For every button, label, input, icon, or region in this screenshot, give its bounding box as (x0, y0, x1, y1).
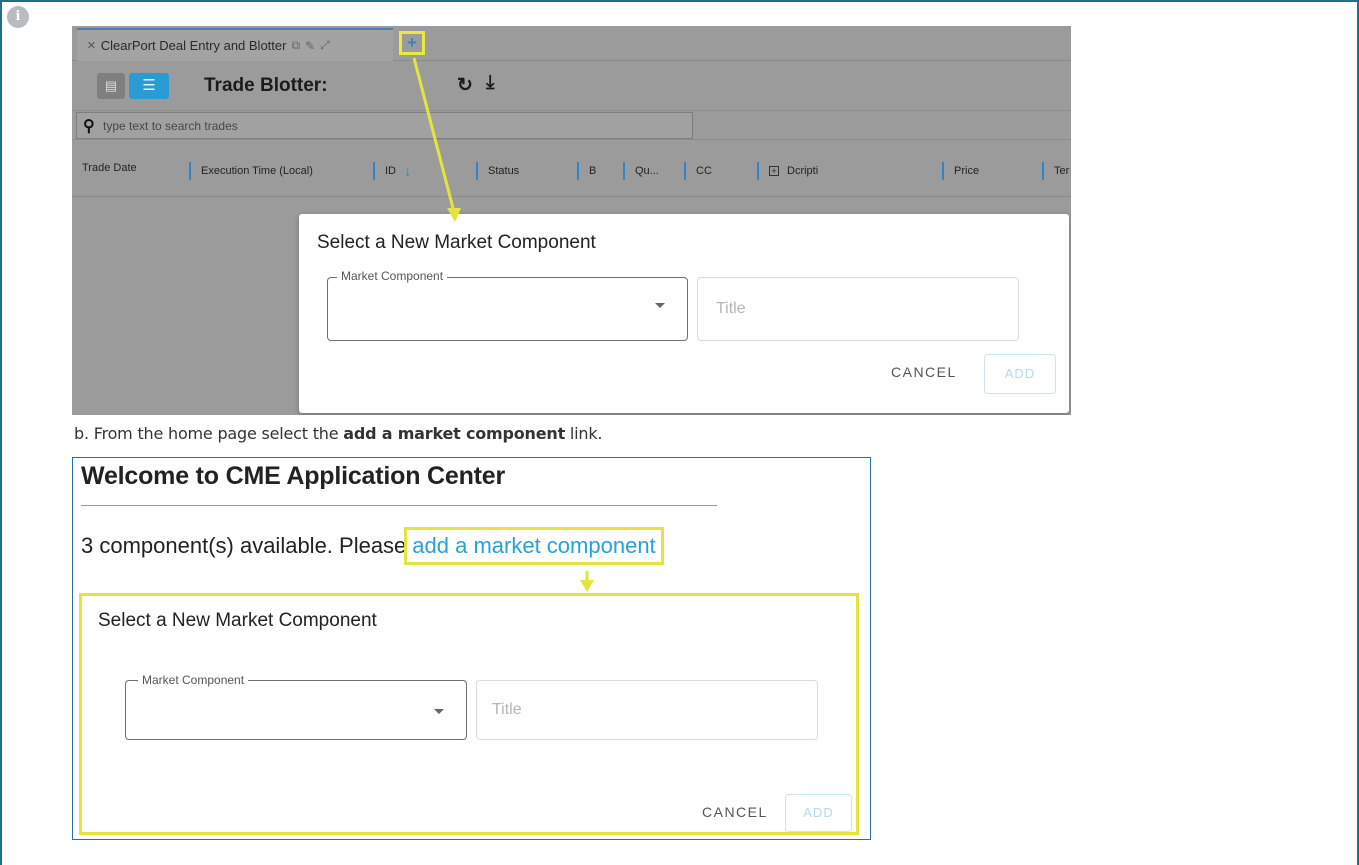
add-button[interactable]: ADD (785, 794, 852, 832)
title-input[interactable] (716, 298, 996, 320)
dialog-title: Select a New Market Component (98, 610, 377, 631)
column-divider (942, 162, 944, 180)
column-label: Price (954, 165, 980, 177)
download-icon[interactable]: ⤓ (486, 72, 494, 94)
blotter-screenshot: × ClearPort Deal Entry and Blotter ⧉ ✎ ⤢… (72, 26, 1071, 415)
dialog-title: Select a New Market Component (317, 232, 596, 253)
edit-icon[interactable]: ✎ (305, 39, 315, 53)
column-header-b[interactable]: B (577, 162, 596, 180)
search-row: ⚲ (72, 110, 1071, 140)
tab-bar: × ClearPort Deal Entry and Blotter ⧉ ✎ ⤢… (72, 26, 1071, 61)
market-component-select[interactable]: Market Component (327, 269, 688, 341)
column-label: Status (488, 165, 520, 177)
title-input[interactable] (492, 699, 792, 721)
column-label: ID (385, 165, 396, 177)
caption-suffix: link. (565, 424, 603, 443)
title-field[interactable] (697, 277, 1019, 341)
select-market-component-dialog: Select a New Market Component Market Com… (79, 593, 859, 835)
cancel-button[interactable]: CANCEL (702, 804, 768, 820)
tab-clearport-deal-entry[interactable]: × ClearPort Deal Entry and Blotter ⧉ ✎ ⤢ (77, 28, 393, 61)
column-divider (373, 162, 375, 180)
column-label: Ter (1054, 165, 1070, 177)
caption-bold: add a market component (343, 424, 566, 443)
search-input[interactable] (103, 117, 603, 135)
market-component-select[interactable]: Market Component (125, 673, 467, 740)
home-page-screenshot: Welcome to CME Application Center 3 comp… (72, 457, 871, 840)
caption-prefix: b. From the home page select the (74, 424, 344, 443)
select-market-component-dialog: Select a New Market Component Market Com… (299, 214, 1069, 413)
welcome-heading: Welcome to CME Application Center (81, 462, 506, 490)
available-count-text: 3 component(s) available. Please (81, 533, 407, 558)
column-label: Dcripti (787, 165, 819, 177)
column-divider (577, 162, 579, 180)
column-header-trade-date[interactable]: Trade Date (82, 162, 137, 174)
page-title: Trade Blotter: (204, 75, 328, 96)
expand-icon[interactable]: ⤢ (320, 38, 330, 53)
column-header-status[interactable]: Status (476, 162, 519, 180)
column-header-description[interactable]: + Dcripti (757, 162, 818, 180)
column-header-cc[interactable]: CC (684, 162, 712, 180)
column-divider (623, 162, 625, 180)
refresh-icon[interactable]: ↻ (457, 74, 473, 97)
column-header-execution-time[interactable]: Execution Time (Local) (189, 162, 313, 180)
market-component-label: Market Component (138, 673, 249, 687)
search-box: ⚲ (76, 112, 693, 139)
add-tab-button[interactable]: + (399, 31, 425, 55)
column-header-quantity[interactable]: Qu... (623, 162, 659, 180)
close-icon[interactable]: × (87, 37, 96, 54)
chevron-down-icon (655, 303, 665, 308)
list-view-button[interactable]: ☰ (129, 73, 169, 99)
instruction-caption: b. From the home page select the add a m… (74, 424, 603, 443)
column-divider (684, 162, 686, 180)
column-divider (476, 162, 478, 180)
sort-down-icon: ↓ (404, 162, 412, 180)
column-header-term[interactable]: Ter (1042, 162, 1069, 180)
title-field[interactable] (476, 680, 818, 740)
popout-icon[interactable]: ⧉ (291, 38, 300, 53)
expand-column-icon[interactable]: + (769, 166, 779, 176)
search-icon: ⚲ (83, 118, 95, 135)
components-available-text: 3 component(s) available. Please add a m… (81, 527, 664, 565)
column-label: B (589, 165, 597, 177)
market-component-label: Market Component (337, 269, 448, 283)
column-header-id[interactable]: ID ↓ (373, 162, 412, 180)
table-header: Trade Date Execution Time (Local) ID ↓ S… (72, 141, 1071, 197)
column-label: Execution Time (Local) (201, 165, 313, 177)
add-button[interactable]: ADD (984, 354, 1056, 394)
toolbar: ▤ ☰ Trade Blotter: ↻ ⤓ (72, 62, 1071, 110)
column-label: Qu... (635, 165, 659, 177)
info-icon: i (7, 6, 29, 28)
tab-label: ClearPort Deal Entry and Blotter (100, 38, 287, 53)
column-divider (757, 162, 759, 180)
deal-entry-view-button[interactable]: ▤ (97, 73, 125, 99)
column-divider (189, 162, 191, 180)
chevron-down-icon (434, 709, 444, 714)
cancel-button[interactable]: CANCEL (891, 364, 957, 380)
column-label: Trade Date (82, 162, 137, 174)
divider (81, 505, 717, 506)
column-divider (1042, 162, 1044, 180)
column-label: CC (696, 165, 712, 177)
add-market-component-link[interactable]: add a market component (404, 527, 664, 565)
column-header-price[interactable]: Price (942, 162, 979, 180)
